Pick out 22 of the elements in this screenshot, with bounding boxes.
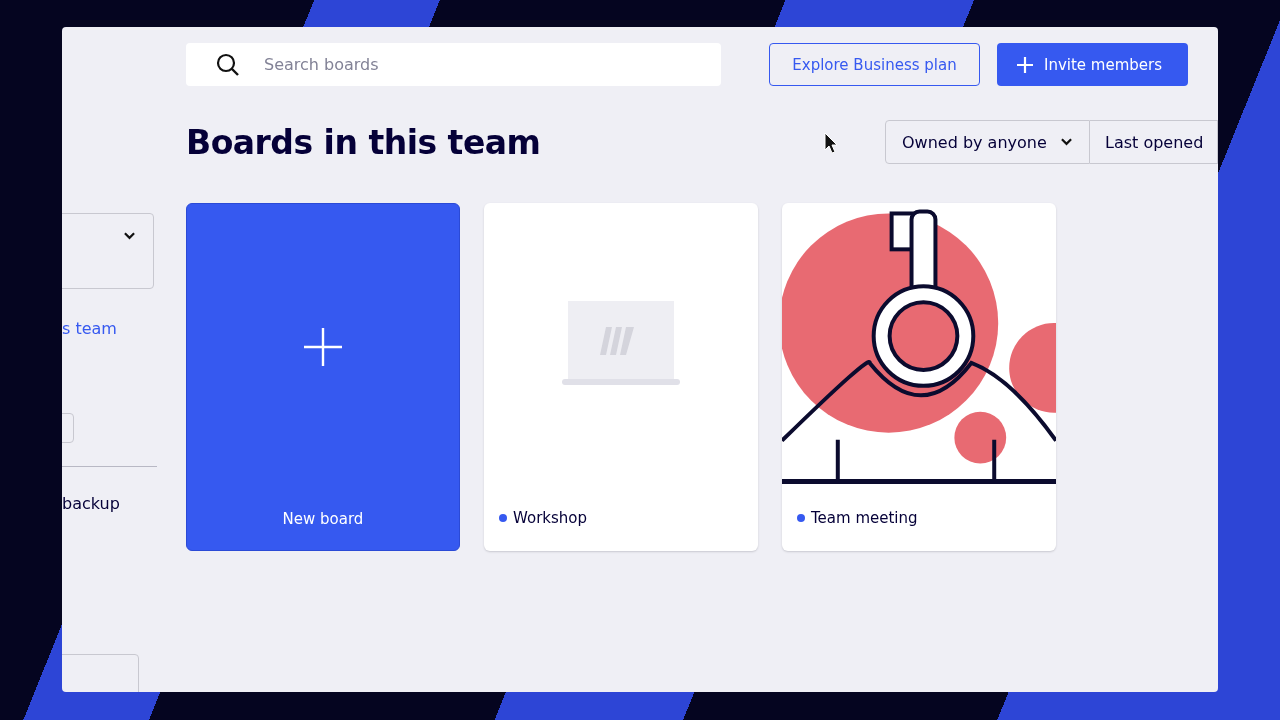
upgrade-button[interactable]: Explore Business plan (769, 43, 980, 86)
plus-icon (304, 328, 342, 366)
status-dot (499, 514, 507, 522)
sidebar-item[interactable]: backup (62, 494, 120, 513)
plus-icon (1016, 55, 1034, 74)
search-field[interactable]: Search boards (186, 43, 721, 86)
owner-dropdown[interactable]: Owned by anyone (885, 120, 1090, 164)
card-label: New board (282, 510, 364, 528)
chevron-down-icon (1060, 138, 1072, 146)
board-card[interactable]: Team meeting (782, 203, 1056, 551)
sidebar-link[interactable]: s team (62, 319, 117, 338)
board-name: Team meeting (811, 509, 918, 527)
new-board-card[interactable]: New board (186, 203, 460, 551)
page-title: Boards in this team (186, 122, 541, 162)
cursor-icon (824, 132, 838, 154)
invite-button[interactable]: Invite members (997, 43, 1188, 86)
board-name: Workshop (513, 509, 587, 527)
dropdown-field[interactable] (62, 213, 154, 289)
board-card[interactable]: Workshop (484, 203, 758, 551)
chevron-down-icon (124, 232, 135, 240)
status-dot (797, 514, 805, 522)
sort-button[interactable]: Last opened (1090, 120, 1218, 164)
